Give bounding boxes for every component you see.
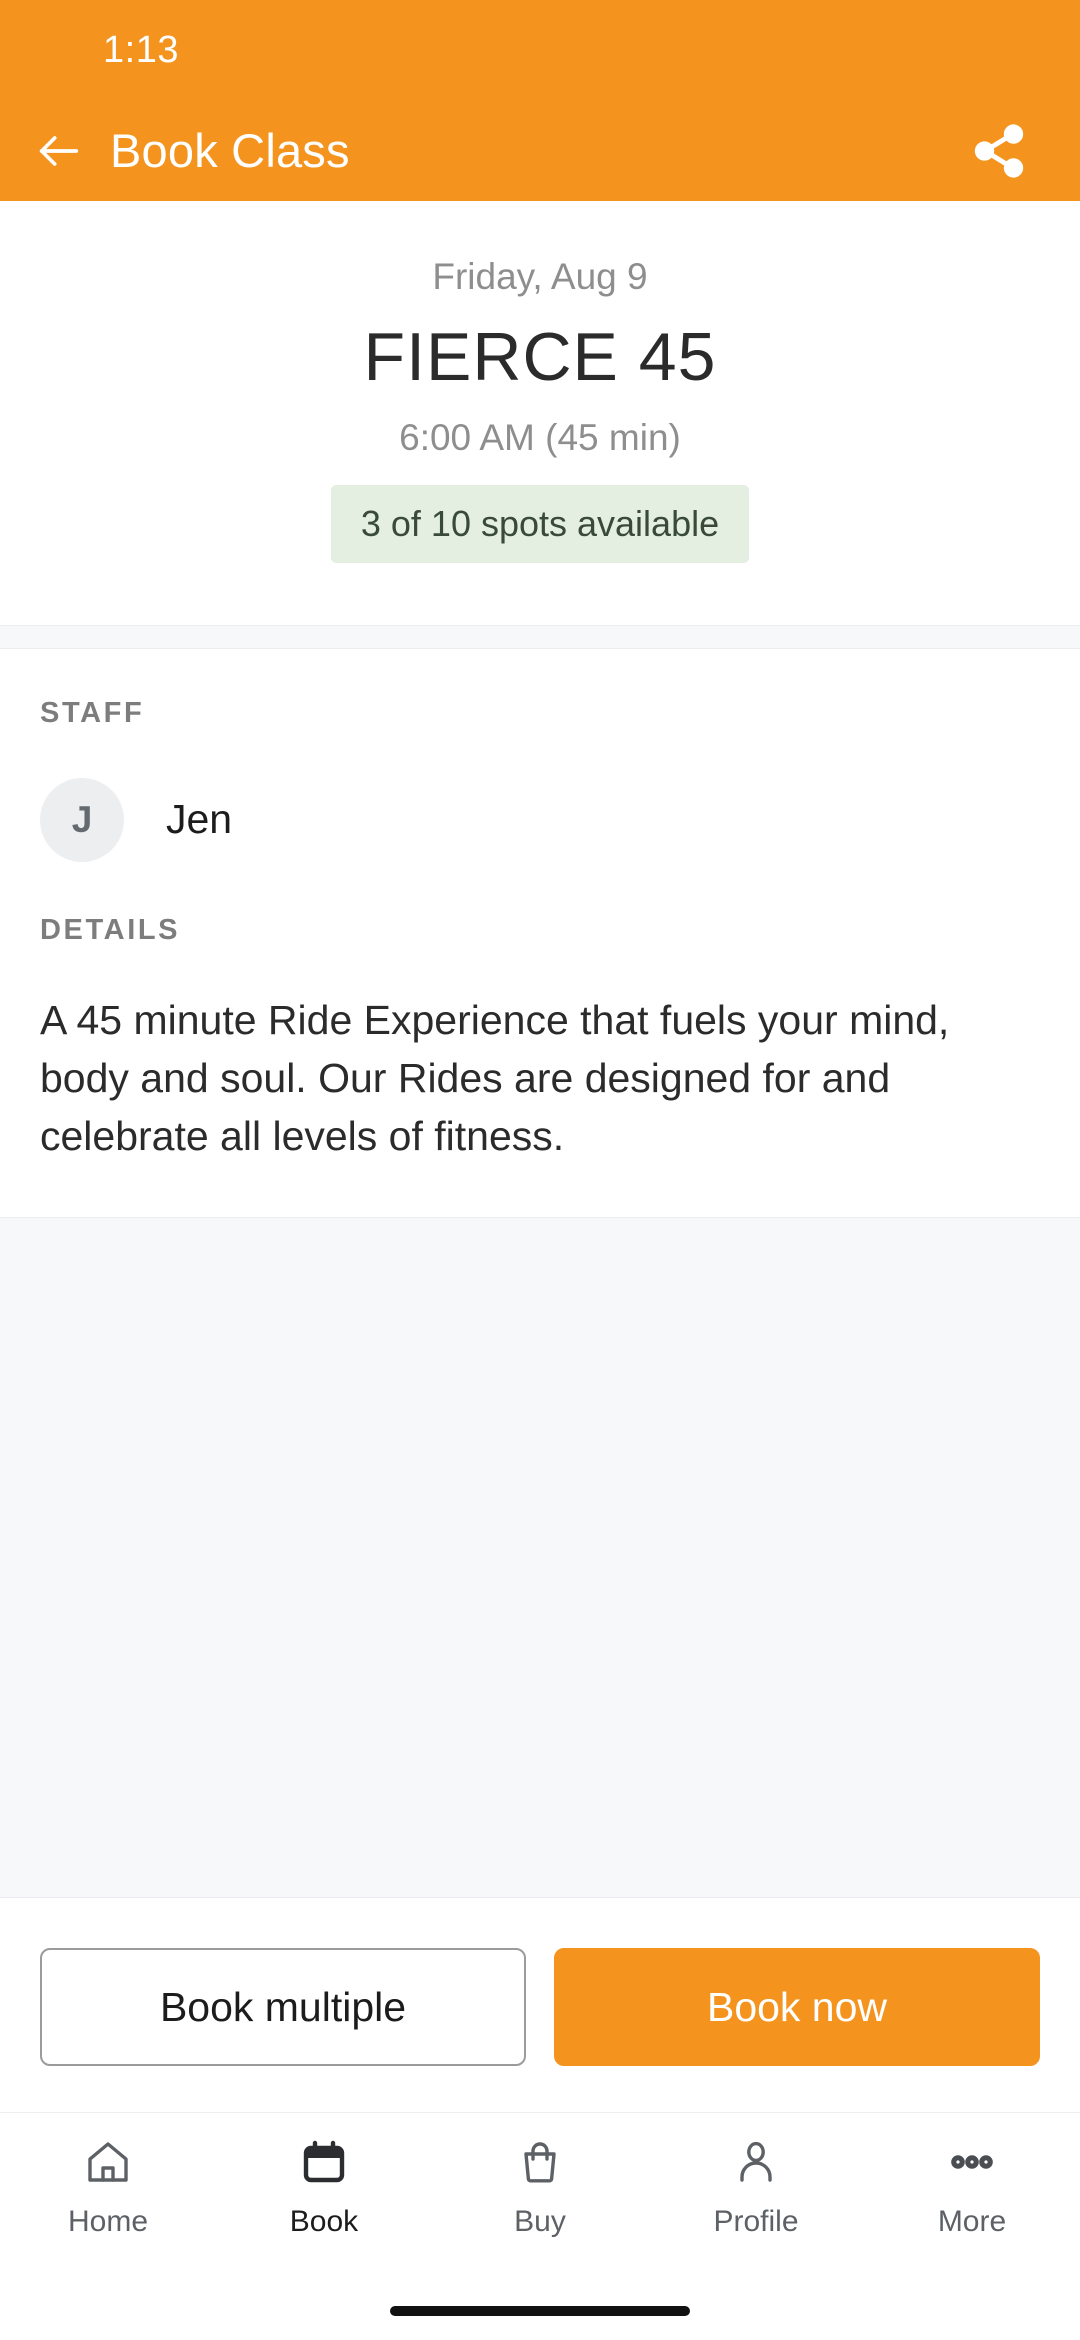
staff-row[interactable]: J Jen — [40, 777, 1040, 862]
avatar: J — [40, 777, 124, 862]
class-time: 6:00 AM (45 min) — [399, 416, 681, 458]
nav-item-book[interactable]: Book — [216, 2135, 432, 2239]
nav-label-more: More — [937, 2205, 1007, 2238]
share-icon[interactable] — [968, 120, 1030, 182]
class-info-section: STAFF J Jen DETAILS A 45 minute Ride Exp… — [0, 648, 1080, 1218]
status-bar-clock: 1:13 — [103, 28, 179, 71]
nav-item-home[interactable]: Home — [0, 2135, 216, 2239]
app-bar: Book Class — [0, 100, 1080, 201]
staff-name: Jen — [166, 796, 233, 843]
nav-item-profile[interactable]: Profile — [648, 2135, 864, 2239]
page-title: Book Class — [110, 124, 350, 177]
nav-label-profile: Profile — [713, 2205, 799, 2238]
nav-label-home: Home — [67, 2205, 149, 2238]
nav-label-book: Book — [289, 2205, 359, 2238]
details-description: A 45 minute Ride Experience that fuels y… — [40, 996, 950, 1160]
book-multiple-button[interactable]: Book multiple — [40, 1948, 526, 2066]
home-indicator-area — [0, 2282, 1080, 2340]
status-bar: 1:13 — [0, 0, 1080, 100]
calendar-icon — [297, 2135, 351, 2189]
action-bar: Book multiple Book now — [0, 1898, 1080, 2112]
book-now-button[interactable]: Book now — [554, 1948, 1040, 2066]
book-class-screen: 1:13 Book Class Friday, Aug 9 FIERCE 45 … — [0, 0, 1080, 2340]
class-header: Friday, Aug 9 FIERCE 45 6:00 AM (45 min)… — [0, 201, 1080, 625]
shopping-bag-icon — [513, 2135, 567, 2189]
staff-section-label: STAFF — [40, 696, 145, 729]
section-divider — [0, 624, 1080, 649]
home-icon — [81, 2135, 135, 2189]
details-section-label: DETAILS — [40, 913, 181, 946]
class-name: FIERCE 45 — [363, 319, 717, 395]
availability-badge: 3 of 10 spots available — [330, 484, 750, 563]
nav-label-buy: Buy — [514, 2205, 566, 2238]
person-icon — [729, 2135, 783, 2189]
arrow-left-icon[interactable] — [30, 122, 88, 180]
class-date: Friday, Aug 9 — [432, 256, 648, 297]
bottom-navigation: Home Book Buy Profile More — [0, 2112, 1080, 2282]
home-indicator[interactable] — [390, 2306, 690, 2316]
ellipsis-icon — [945, 2135, 999, 2189]
nav-item-more[interactable]: More — [864, 2135, 1080, 2239]
nav-item-buy[interactable]: Buy — [432, 2135, 648, 2239]
empty-content-band — [0, 1217, 1080, 1898]
